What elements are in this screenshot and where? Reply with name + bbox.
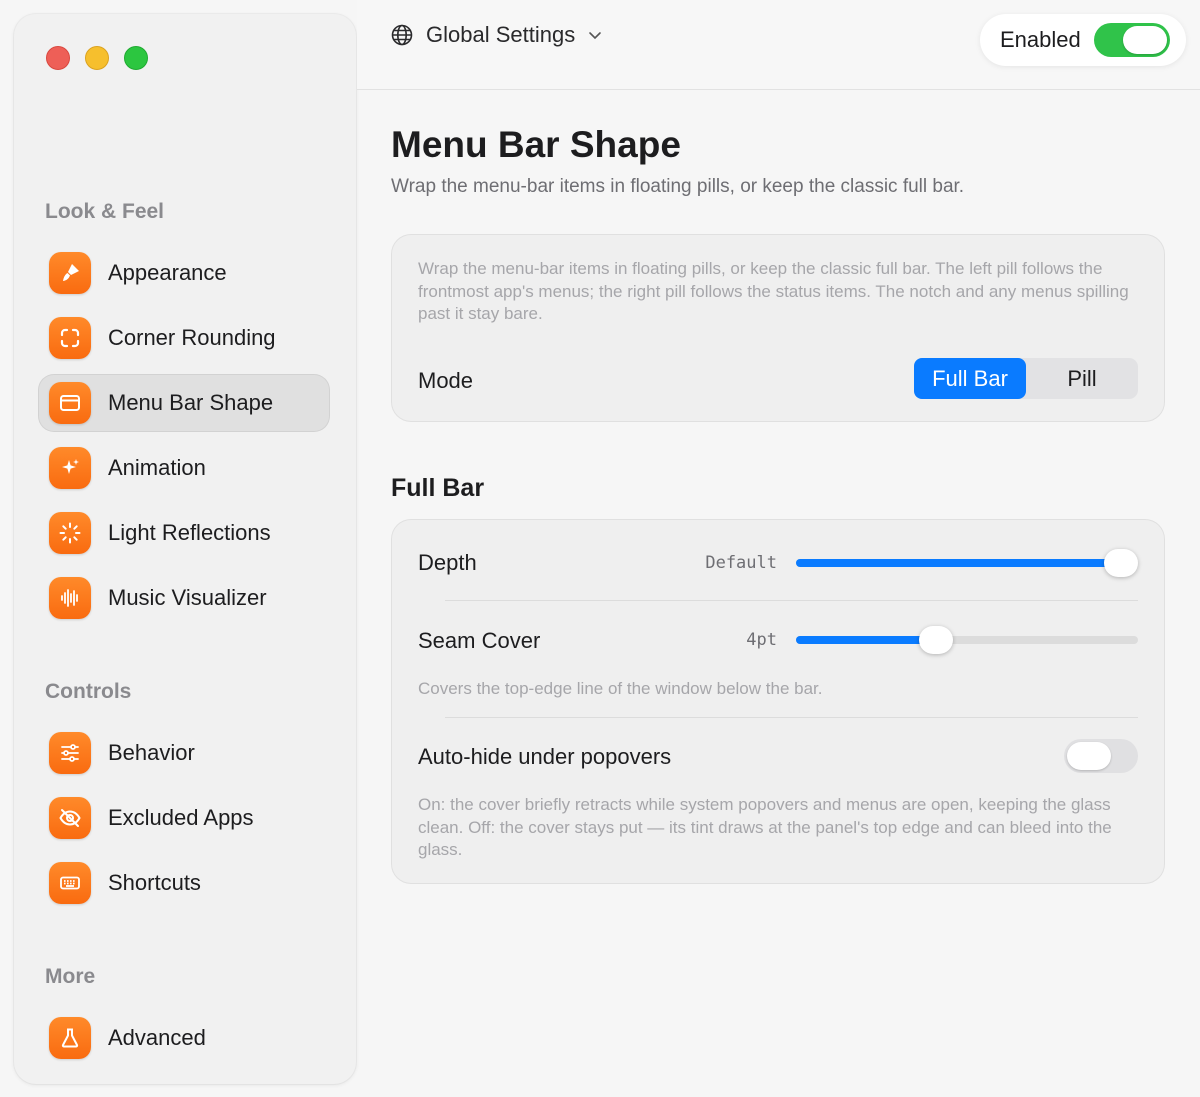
sidebar-item-label: Appearance [108,260,227,285]
zoom-window-button[interactable] [124,46,148,70]
sidebar-item-behavior[interactable]: Behavior [38,724,330,782]
toggle-knob [1123,26,1167,54]
mode-description: Wrap the menu-bar items in floating pill… [418,259,1129,323]
seam-cover-label: Seam Cover [418,628,541,653]
sidebar-item-shortcuts[interactable]: Shortcuts [38,854,330,912]
corners-icon [49,317,91,359]
depth-slider[interactable] [796,549,1138,577]
sidebar-item-label: Shortcuts [108,870,201,895]
enabled-label: Enabled [1000,27,1081,52]
scope-selector[interactable]: Global Settings [390,22,603,48]
minimize-window-button[interactable] [85,46,109,70]
enabled-control: Enabled [980,14,1186,66]
seam-cover-hint: Covers the top-edge line of the window b… [418,679,823,698]
sidebar-item-music-visualizer[interactable]: Music Visualizer [38,569,330,627]
sparkles-icon [49,447,91,489]
mode-option-full-bar[interactable]: Full Bar [914,358,1026,399]
sidebar-item-corner-rounding[interactable]: Corner Rounding [38,309,330,367]
paintbrush-icon [49,252,91,294]
toolbar: Global Settings Enabled [357,0,1200,90]
eye-slash-icon [49,797,91,839]
slider-fill [796,636,936,644]
sidebar-item-label: Light Reflections [108,520,271,545]
divider [445,717,1138,718]
chevron-down-icon [589,32,602,40]
sidebar-item-menu-bar-shape[interactable]: Menu Bar Shape [38,374,330,432]
window-controls [46,46,148,70]
mode-segmented-control: Full Bar Pill [914,358,1138,399]
slider-fill [796,559,1121,567]
waveform-icon [49,577,91,619]
mode-option-pill[interactable]: Pill [1026,358,1138,399]
full-bar-heading: Full Bar [391,474,485,502]
page-title: Menu Bar Shape [391,124,681,165]
settings-window: Look & Feel Controls More Appearance Cor… [0,0,1200,1097]
close-window-button[interactable] [46,46,70,70]
depth-label: Depth [418,550,477,575]
globe-icon [391,24,413,46]
depth-value: Default [705,553,777,573]
mode-label: Mode [418,368,474,393]
mode-card: Wrap the menu-bar items in floating pill… [391,234,1165,422]
auto-hide-hint: On: the cover briefly retracts while sys… [418,795,1112,859]
sidebar-item-label: Menu Bar Shape [108,390,274,415]
auto-hide-label: Auto-hide under popovers [418,744,672,769]
sidebar-item-label: Behavior [108,740,195,765]
sidebar-item-advanced[interactable]: Advanced [38,1009,330,1067]
slider-thumb[interactable] [1104,549,1138,577]
slider-thumb[interactable] [919,626,953,654]
sidebar-item-excluded-apps[interactable]: Excluded Apps [38,789,330,847]
section-title-look-feel: Look & Feel [45,200,165,223]
sidebar-item-label: Excluded Apps [108,805,254,830]
seam-cover-slider[interactable] [796,626,1138,654]
keyboard-icon [49,862,91,904]
sidebar-item-light-reflections[interactable]: Light Reflections [38,504,330,562]
sidebar-item-appearance[interactable]: Appearance [38,244,330,302]
sliders-icon [49,732,91,774]
page-subtitle: Wrap the menu-bar items in floating pill… [391,176,965,197]
seam-cover-value: 4pt [746,630,777,650]
menubar-icon [49,382,91,424]
light-burst-icon [49,512,91,554]
full-bar-card: Depth Default Seam Cover 4pt Covers the … [391,519,1165,884]
flask-icon [49,1017,91,1059]
sidebar-item-label: Music Visualizer [108,585,267,610]
auto-hide-toggle[interactable] [1064,739,1138,773]
sidebar-item-label: Corner Rounding [108,325,276,350]
sidebar-item-label: Animation [108,455,206,480]
section-title-more: More [45,965,96,988]
divider [445,600,1138,601]
toggle-knob [1067,742,1111,770]
enabled-toggle[interactable] [1094,23,1170,57]
sidebar-item-animation[interactable]: Animation [38,439,330,497]
scope-label: Global Settings [426,22,576,47]
sidebar-item-label: Advanced [108,1025,206,1050]
section-title-controls: Controls [45,680,132,703]
